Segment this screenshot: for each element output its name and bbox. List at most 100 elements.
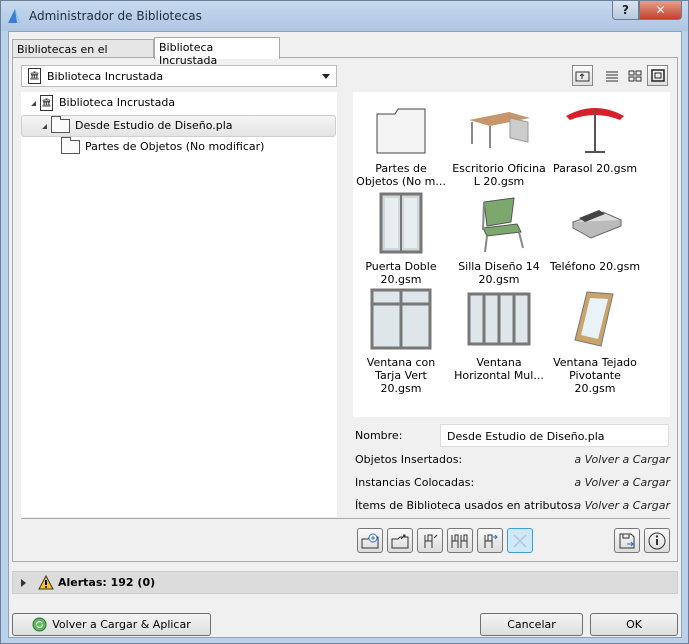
item-label: 20.gsm: [478, 273, 520, 286]
ok-button[interactable]: OK: [590, 613, 678, 636]
large-icons-button[interactable]: [647, 65, 668, 86]
item-label: Horizontal Mul...: [454, 369, 544, 382]
item-label: Ventana: [476, 356, 522, 369]
reload-icon: [32, 617, 47, 632]
chairs-icon: [451, 534, 468, 548]
grid-item[interactable]: Puerta Doble 20.gsm: [353, 192, 449, 286]
grid-item[interactable]: Partes de Objetos (No m...: [353, 100, 449, 188]
close-button[interactable]: ✕: [639, 1, 682, 20]
info-button[interactable]: [644, 528, 670, 553]
item-label: Teléfono 20.gsm: [549, 260, 641, 273]
item-label: Puerta Doble: [365, 260, 437, 273]
view-mode-toolbar: [572, 65, 672, 87]
dialog-body: Bibliotecas en el Proyecto Biblioteca In…: [8, 31, 682, 638]
folder-add-icon: [361, 533, 379, 548]
reload-apply-button[interactable]: Volver a Cargar & Aplicar: [12, 613, 211, 636]
item-label: Parasol 20.gsm: [552, 162, 638, 175]
grid-item[interactable]: Escritorio Oficina L 20.gsm: [451, 100, 547, 188]
tree-item-label: Biblioteca Incrustada: [59, 96, 176, 109]
tab-panel: 🏛 Biblioteca Incrustada 🏛 Biblioteca Incr…: [12, 57, 678, 562]
expand-arrow-icon: [21, 578, 26, 587]
inserted-objects-value: a Volver a Cargar: [574, 453, 670, 466]
grid-item[interactable]: Teléfono 20.gsm: [547, 192, 643, 273]
object-grid: Partes de Objetos (No m... Escritorio Ofi…: [353, 92, 670, 417]
tree-item-object-parts[interactable]: Partes de Objetos (No modificar): [61, 137, 331, 159]
folder-up-icon: [575, 71, 590, 82]
save-library-button[interactable]: [614, 528, 640, 553]
parasol-icon: [566, 108, 624, 153]
reload-label: Volver a Cargar & Aplicar: [52, 618, 191, 631]
placed-instances-value: a Volver a Cargar: [574, 476, 670, 489]
list-icon: [605, 71, 618, 81]
name-label: Nombre:: [355, 429, 403, 442]
chevron-down-icon: [322, 74, 330, 83]
delete-x-icon: [513, 533, 527, 548]
attribute-items-label: Ítems de Biblioteca usados en atributos:: [355, 499, 577, 512]
move-object-button[interactable]: [477, 528, 503, 553]
name-field[interactable]: Desde Estudio de Diseño.pla: [440, 424, 669, 447]
double-door-icon: [379, 192, 423, 254]
telephone-icon: [571, 210, 623, 239]
export-object-button[interactable]: [417, 528, 443, 553]
folder-icon: [51, 116, 70, 133]
attribute-items-value: a Volver a Cargar: [574, 499, 670, 512]
folder-icon: [61, 137, 80, 154]
item-label: Ventana con: [366, 356, 436, 369]
item-label: Objetos (No m...: [356, 175, 446, 188]
info-section: Nombre: Desde Estudio de Diseño.pla Obje…: [353, 424, 670, 514]
library-manager-window: Administrador de Bibliotecas ? ✕ Bibliot…: [0, 0, 689, 644]
roof-window-icon: [574, 291, 614, 347]
info-icon: [648, 532, 666, 549]
expand-icon: [42, 124, 47, 129]
window-vertical-icon: [370, 288, 432, 350]
title-bar: Administrador de Bibliotecas ? ✕: [1, 1, 688, 31]
list-view-button[interactable]: [601, 65, 622, 86]
item-label: Escritorio Oficina: [452, 162, 546, 175]
tab-libraries-in-project[interactable]: Bibliotecas en el Proyecto: [12, 39, 154, 69]
grid-item[interactable]: Silla Diseño 14 20.gsm: [451, 192, 547, 286]
grid-item[interactable]: Ventana con Tarja Vert 20.gsm: [353, 288, 449, 395]
item-label: Ventana Tejado: [553, 356, 637, 369]
delete-button[interactable]: [507, 528, 533, 553]
item-label: Pivotante 20.gsm: [569, 369, 621, 395]
grid-item[interactable]: Parasol 20.gsm: [547, 100, 643, 175]
expand-icon: [31, 101, 36, 106]
alerts-label: Alertas: 192 (0): [58, 576, 156, 589]
help-button[interactable]: ?: [612, 1, 639, 20]
library-tree: 🏛 Biblioteca Incrustada Desde Estudio de …: [21, 92, 337, 517]
chair-export-icon: [424, 534, 438, 548]
alerts-bar[interactable]: Alertas: 192 (0): [12, 571, 678, 594]
window-horizontal-icon: [467, 292, 531, 346]
tree-item-label: Desde Estudio de Diseño.pla: [75, 119, 233, 132]
grid-icon: [628, 70, 641, 81]
import-folder-button[interactable]: [387, 528, 413, 553]
desk-icon: [469, 112, 530, 148]
dropdown-value: Biblioteca Incrustada: [47, 69, 164, 83]
tree-item-label: Partes de Objetos (No modificar): [85, 140, 265, 153]
duplicate-objects-button[interactable]: [447, 528, 473, 553]
up-folder-button[interactable]: [572, 65, 593, 86]
item-label: L 20.gsm: [473, 175, 525, 188]
library-icon: 🏛: [28, 68, 41, 84]
warning-icon: [38, 575, 54, 590]
save-icon: [619, 533, 635, 548]
item-label: Tarja Vert 20.gsm: [375, 369, 427, 395]
tab-embedded-library[interactable]: Biblioteca Incrustada: [154, 37, 280, 67]
new-folder-button[interactable]: [357, 528, 383, 553]
tree-item-design-studio[interactable]: Desde Estudio de Diseño.pla: [21, 115, 336, 137]
placed-instances-label: Instancias Colocadas:: [355, 476, 475, 489]
divider: [21, 518, 670, 519]
folder-icon: [376, 108, 426, 154]
item-label: Partes de: [375, 162, 427, 175]
chair-icon: [482, 197, 524, 253]
cancel-button[interactable]: Cancelar: [480, 613, 583, 636]
item-label: 20.gsm: [380, 273, 422, 286]
folder-export-icon: [391, 534, 409, 548]
grid-item[interactable]: Ventana Tejado Pivotante 20.gsm: [547, 288, 643, 395]
grid-item[interactable]: Ventana Horizontal Mul...: [451, 288, 547, 382]
tree-item-embedded-library[interactable]: 🏛 Biblioteca Incrustada: [31, 93, 331, 115]
chair-move-icon: [484, 534, 498, 548]
library-icon: 🏛: [40, 95, 53, 111]
small-icons-button[interactable]: [624, 65, 645, 86]
library-dropdown[interactable]: 🏛 Biblioteca Incrustada: [21, 65, 337, 87]
